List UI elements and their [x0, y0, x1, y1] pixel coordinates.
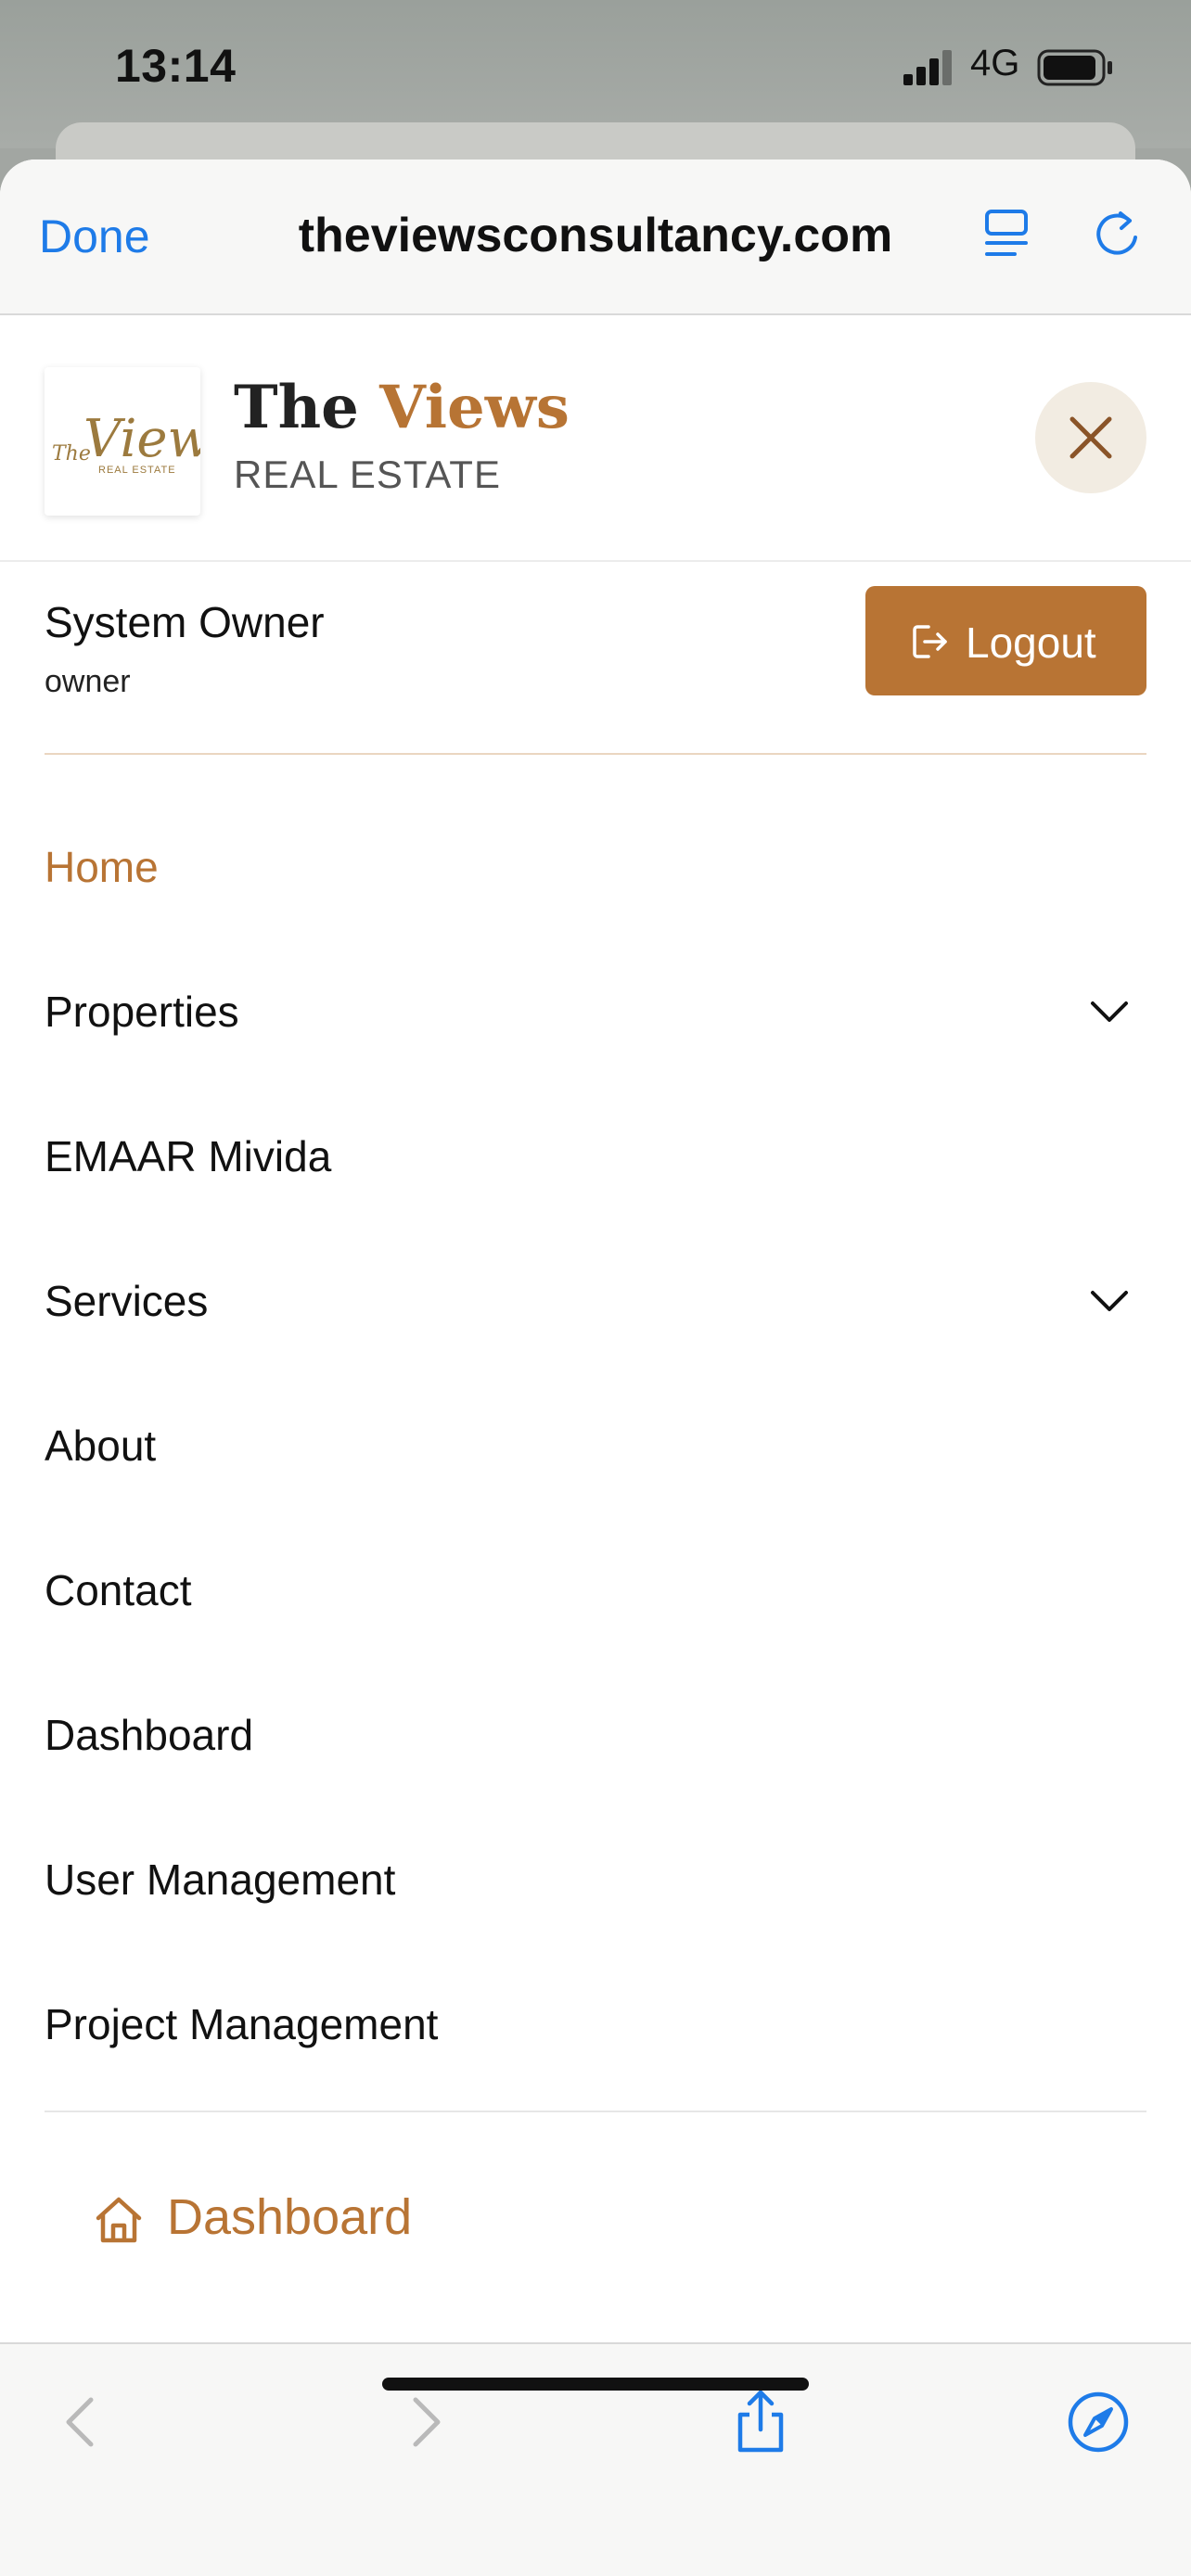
- safari-top-bar: Done theviewsconsultancy.com: [0, 159, 1191, 315]
- nav-item-emaar-mivida[interactable]: EMAAR Mivida: [45, 1109, 1146, 1202]
- home-icon: [96, 2197, 142, 2243]
- chevron-down-icon[interactable]: [1087, 1278, 1132, 1322]
- logout-icon: [913, 625, 947, 658]
- share-icon[interactable]: [727, 2389, 794, 2455]
- network-label: 4G: [970, 43, 1020, 83]
- nav-item-contact[interactable]: Contact: [45, 1543, 1146, 1636]
- brand-title: The Views: [234, 373, 570, 442]
- brand-title-accent: Views: [379, 373, 570, 442]
- reload-icon[interactable]: [1093, 208, 1141, 260]
- nav-item-label: Services: [45, 1277, 209, 1325]
- nav-item-properties[interactable]: Properties: [45, 964, 1146, 1057]
- nav-divider: [45, 2111, 1146, 2112]
- nav-item-label: Home: [45, 843, 159, 891]
- compass-icon[interactable]: [1065, 2389, 1132, 2455]
- nav-item-label: Project Management: [45, 2000, 439, 2048]
- nav-item-user-management[interactable]: User Management: [45, 1832, 1146, 1925]
- user-name: System Owner: [45, 598, 325, 646]
- nav-item-label: Dashboard: [45, 1711, 254, 1759]
- svg-text:REAL ESTATE: REAL ESTATE: [98, 465, 176, 476]
- nav-item-label: User Management: [45, 1855, 396, 1904]
- browser-sheet: Done theviewsconsultancy.com The Views R…: [0, 159, 1191, 2576]
- brand-title-main: The: [234, 373, 380, 442]
- status-time: 13:14: [115, 40, 237, 92]
- logout-button[interactable]: Logout: [865, 586, 1146, 695]
- close-menu-button[interactable]: [1035, 382, 1146, 493]
- battery-icon: [1037, 49, 1112, 86]
- nav-item-services[interactable]: Services: [45, 1254, 1146, 1346]
- nav-item-label: Properties: [45, 988, 239, 1036]
- brand-subtitle: REAL ESTATE: [234, 453, 501, 496]
- home-indicator[interactable]: [382, 2378, 809, 2391]
- forward-icon[interactable]: [391, 2389, 458, 2455]
- reader-view-icon[interactable]: [983, 208, 1030, 260]
- dashboard-link-label: Dashboard: [167, 2189, 413, 2245]
- nav-item-dashboard[interactable]: Dashboard: [45, 1688, 1146, 1780]
- signal-icon: [903, 50, 952, 85]
- nav-item-project-management[interactable]: Project Management: [45, 1977, 1146, 2070]
- site-header: The Views REAL ESTATE The Views REAL EST…: [0, 315, 1191, 562]
- chevron-down-icon[interactable]: [1087, 988, 1132, 1033]
- logout-label: Logout: [966, 618, 1096, 667]
- nav-item-label: Contact: [45, 1566, 192, 1614]
- brand-logo[interactable]: The Views REAL ESTATE: [45, 367, 238, 516]
- nav-item-label: About: [45, 1422, 157, 1470]
- user-info-row: System Owner owner Logout: [45, 586, 1146, 755]
- nav-item-about[interactable]: About: [45, 1398, 1146, 1491]
- svg-text:Views: Views: [83, 409, 200, 469]
- close-icon: [1069, 416, 1112, 459]
- back-icon[interactable]: [48, 2389, 115, 2455]
- user-role: owner: [45, 664, 131, 699]
- nav-item-label: EMAAR Mivida: [45, 1132, 332, 1180]
- nav-item-home[interactable]: Home: [45, 820, 1146, 912]
